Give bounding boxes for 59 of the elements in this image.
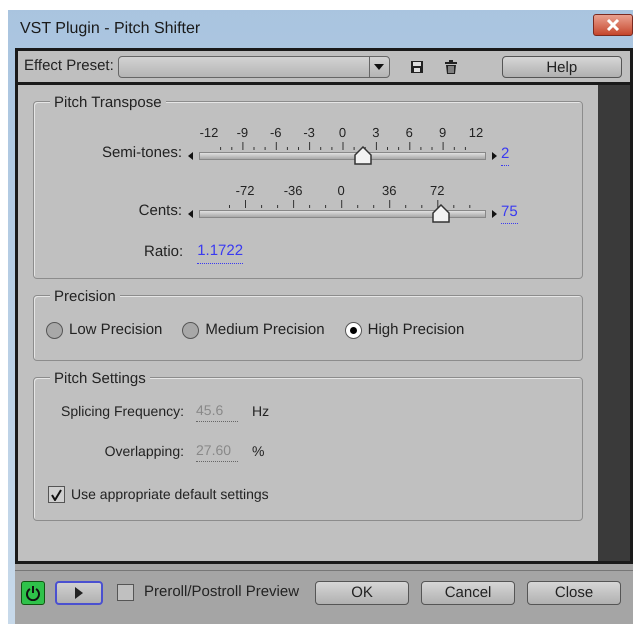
tick-label: 0 (338, 184, 345, 197)
dialog-button[interactable]: Close (527, 580, 622, 604)
play-icon (75, 586, 83, 598)
radio-label: Low Precision (69, 320, 162, 340)
unit-label: % (252, 442, 264, 460)
tick-label: 0 (338, 126, 346, 139)
tick-label: -6 (270, 126, 282, 139)
field-label: Overlapping: (104, 442, 184, 461)
checkbox[interactable] (117, 584, 134, 601)
dialog-button[interactable]: Cancel (421, 580, 516, 604)
tick-label: 72 (430, 184, 445, 197)
checkbox[interactable] (48, 486, 65, 503)
checkbox-label: Use appropriate default settings (71, 485, 269, 504)
slider-label: Cents: (138, 200, 183, 220)
tick-label: -3 (303, 126, 315, 139)
tick-label: 9 (439, 126, 446, 139)
slider-label: Semi-tones: (100, 142, 183, 162)
dialog-button[interactable]: OK (315, 580, 410, 604)
slider-thumb[interactable] (432, 204, 450, 223)
close-icon (606, 19, 620, 31)
unit-label: Hz (252, 402, 270, 420)
save-icon[interactable] (410, 60, 424, 74)
trash-icon[interactable] (444, 58, 458, 74)
slider-value[interactable]: 2 (501, 142, 510, 166)
play-button[interactable] (55, 580, 103, 604)
tick-label: -12 (200, 126, 218, 139)
ratio-label: Ratio: (144, 242, 184, 262)
right-arrow-icon[interactable] (492, 210, 497, 218)
preset-dropdown[interactable] (118, 56, 390, 78)
slider-thumb[interactable] (354, 146, 372, 165)
radio-label: High Precision (368, 320, 464, 340)
radio-button[interactable] (182, 322, 200, 338)
radio-button[interactable] (46, 322, 63, 338)
check-icon (51, 488, 62, 500)
window-title: VST Plugin - Pitch Shifter (20, 19, 200, 39)
tick-label: 36 (382, 184, 396, 197)
tick-label: 6 (406, 126, 413, 139)
tick-label: 3 (372, 126, 380, 139)
caret-icon (374, 64, 384, 70)
radio-label: Medium Precision (205, 320, 325, 340)
left-arrow-icon[interactable] (188, 152, 193, 160)
power-icon (25, 584, 41, 600)
close-button[interactable] (593, 14, 633, 36)
tick-label: 12 (468, 126, 484, 139)
help-button[interactable]: Help (502, 56, 622, 78)
power-button[interactable] (21, 580, 45, 604)
right-arrow-icon[interactable] (492, 152, 497, 160)
slider-value[interactable]: 75 (501, 200, 518, 224)
preset-label: Effect Preset: (24, 56, 114, 76)
ratio-value[interactable]: 1.1722 (197, 240, 244, 264)
field-label: Splicing Frequency: (60, 402, 184, 421)
tick-label: -9 (236, 126, 248, 139)
tick-label: -72 (236, 184, 254, 197)
radio-button[interactable] (344, 322, 362, 338)
left-arrow-icon[interactable] (188, 210, 193, 218)
slider[interactable] (199, 146, 486, 166)
checkbox-label: Preroll/Postroll Preview (144, 582, 300, 602)
slider[interactable] (199, 204, 486, 224)
tick-label: -36 (284, 184, 302, 197)
